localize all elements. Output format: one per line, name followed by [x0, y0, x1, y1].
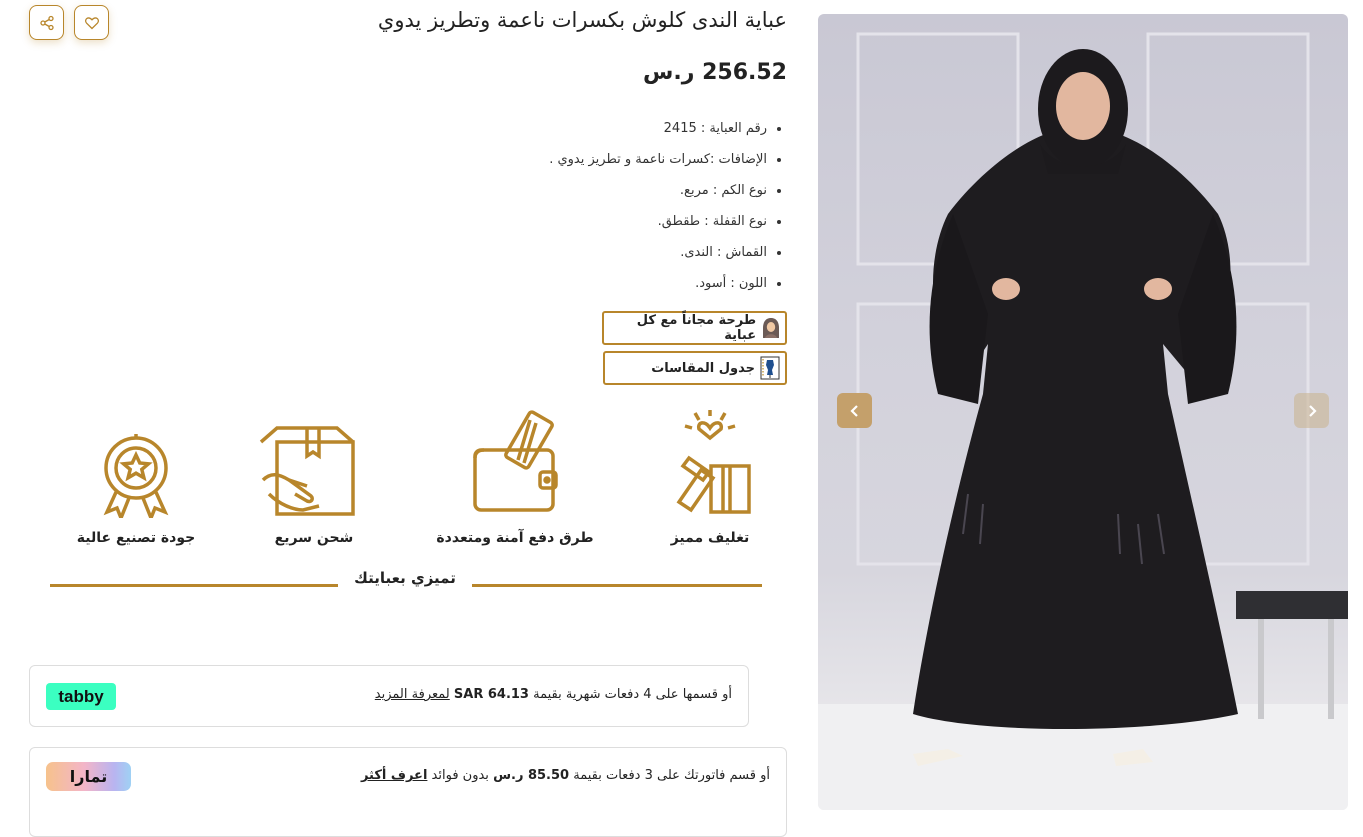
heart-icon	[84, 16, 99, 29]
feature-premium-wrapping: تغليف مميز	[615, 408, 805, 546]
tabby-installment-box: أو قسمها على 4 دفعات شهرية بقيمة SAR 64.…	[29, 665, 749, 727]
hijab-woman-icon	[760, 316, 781, 340]
size-chart-button[interactable]: جدول المقاسات	[603, 351, 787, 385]
package-hand-icon	[259, 426, 355, 516]
spec-item: نوع الكم : مربع.	[549, 177, 767, 208]
tabby-text: أو قسمها على 4 دفعات شهرية بقيمة SAR 64.…	[375, 687, 732, 702]
chevron-right-icon	[1308, 404, 1317, 417]
share-icon	[39, 15, 54, 30]
tamara-text-after: بدون فوائد	[431, 768, 489, 783]
spec-item: القماش : الندى.	[549, 239, 767, 270]
free-tarha-label: طرحة مجاناً مع كل عباية	[636, 313, 757, 343]
section-heading: تميزي بعبايتك	[354, 569, 456, 587]
product-image[interactable]	[818, 14, 1348, 810]
spec-item: الإضافات :كسرات ناعمة و تطريز يدوي .	[549, 146, 767, 177]
tamara-learn-more-link[interactable]: اعرف أكثر	[361, 768, 427, 783]
product-title: عباية الندى كلوش بكسرات ناعمة وتطريز يدو…	[377, 8, 787, 32]
tabby-amount: SAR 64.13	[453, 687, 529, 702]
divider-line	[50, 584, 338, 587]
abaya-model-illustration	[818, 32, 1348, 810]
spec-item: رقم العباية : 2415	[549, 115, 767, 146]
mannequin-icon	[759, 356, 781, 380]
tabby-text-before: أو قسمها على 4 دفعات شهرية بقيمة	[533, 687, 732, 702]
divider-line	[472, 584, 762, 587]
free-tarha-badge[interactable]: طرحة مجاناً مع كل عباية	[602, 311, 787, 345]
share-button[interactable]	[29, 5, 64, 40]
product-specs-list: رقم العباية : 2415 الإضافات :كسرات ناعمة…	[549, 115, 787, 301]
feature-secure-payment: طرق دفع آمنة ومتعددة	[420, 408, 610, 546]
tamara-text: أو قسم فاتورتك على 3 دفعات بقيمة 85.50 ر…	[361, 768, 770, 783]
spec-item: اللون : أسود.	[549, 270, 767, 301]
tabby-logo: tabby	[46, 683, 116, 710]
spec-item: نوع القفلة : طقطق.	[549, 208, 767, 239]
previous-image-button[interactable]	[837, 393, 872, 428]
wallet-icon	[473, 410, 558, 512]
feature-label: طرق دفع آمنة ومتعددة	[436, 530, 594, 546]
chevron-left-icon	[849, 404, 858, 417]
feature-label: جودة تصنيع عالية	[76, 530, 196, 546]
feature-label: شحن سريع	[274, 530, 354, 546]
gift-box-icon	[676, 410, 751, 514]
favorite-button[interactable]	[74, 5, 109, 40]
tamara-text-before: أو قسم فاتورتك على 3 دفعات بقيمة	[573, 768, 770, 783]
award-badge-icon	[103, 434, 169, 518]
product-price: 256.52 ر.س	[643, 60, 787, 85]
size-chart-label: جدول المقاسات	[651, 360, 755, 376]
next-image-button[interactable]	[1294, 393, 1329, 428]
feature-label: تغليف مميز	[670, 530, 750, 546]
feature-high-quality: جودة تصنيع عالية	[41, 408, 231, 546]
tamara-amount: 85.50 ر.س	[493, 768, 570, 783]
tabby-learn-more-link[interactable]: لمعرفة المزيد	[375, 687, 450, 702]
tamara-logo: تمارا	[46, 762, 131, 791]
feature-fast-shipping: شحن سريع	[219, 408, 409, 546]
